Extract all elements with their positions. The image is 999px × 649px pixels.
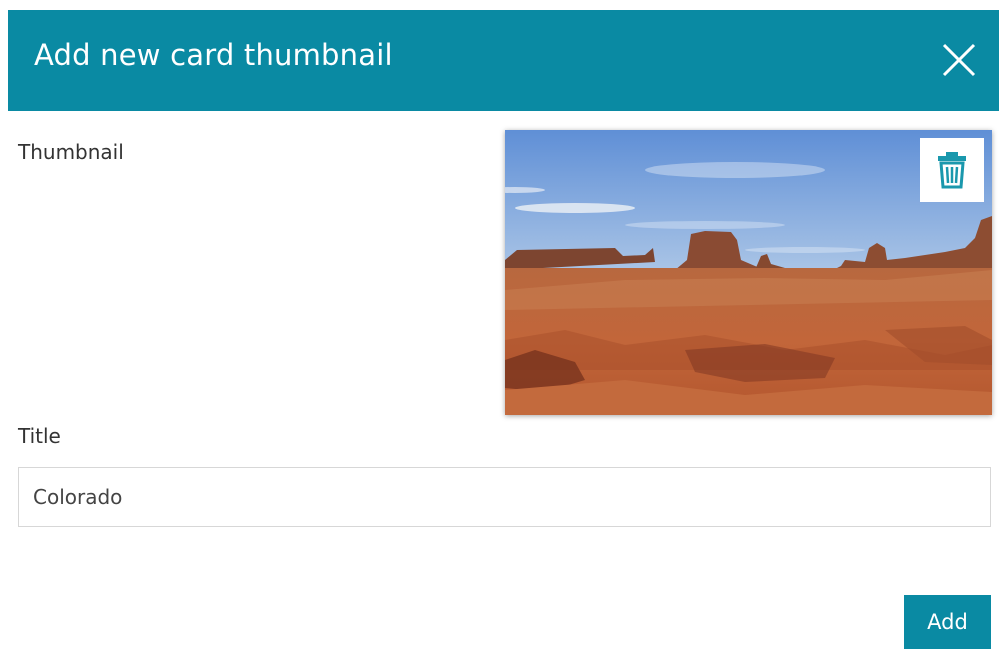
title-label: Title bbox=[18, 424, 61, 448]
close-icon bbox=[942, 43, 976, 77]
add-button[interactable]: Add bbox=[904, 595, 991, 649]
thumbnail-label: Thumbnail bbox=[18, 140, 124, 164]
close-button[interactable] bbox=[939, 40, 979, 80]
add-thumbnail-dialog: Add new card thumbnail Thumbnail Title C… bbox=[0, 0, 999, 649]
dialog-header: Add new card thumbnail bbox=[8, 10, 999, 111]
thumbnail-image bbox=[505, 130, 992, 415]
title-input[interactable] bbox=[18, 467, 991, 527]
top-edge bbox=[0, 0, 999, 10]
dialog-title: Add new card thumbnail bbox=[34, 38, 393, 72]
delete-thumbnail-button[interactable] bbox=[920, 138, 984, 202]
trash-icon bbox=[938, 152, 966, 189]
